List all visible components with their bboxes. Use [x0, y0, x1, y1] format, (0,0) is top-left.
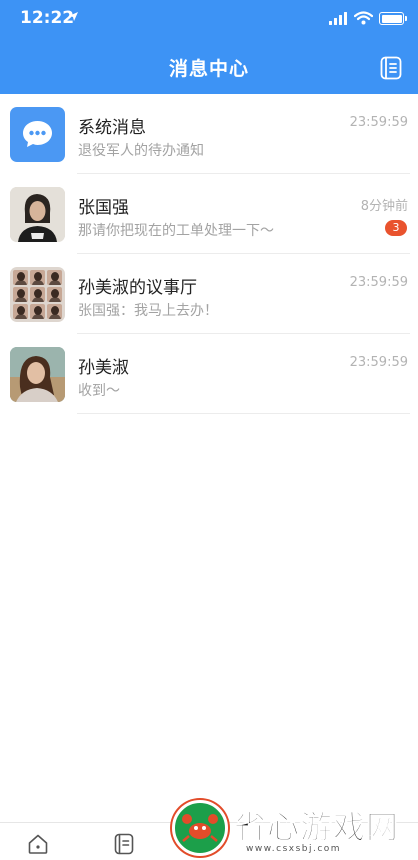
page-title: 消息中心	[168, 58, 249, 80]
document-icon[interactable]	[113, 833, 135, 855]
group-member-photo	[47, 270, 62, 285]
chat-bubble-icon	[23, 121, 52, 147]
message-title: 孙美淑	[78, 358, 129, 378]
location-arrow-icon	[69, 12, 78, 21]
group-member-photo	[13, 270, 28, 285]
crab-logo-icon	[172, 800, 228, 856]
watermark-url: www.csxsbj.com	[246, 844, 342, 854]
group-member-photo	[30, 304, 45, 319]
message-title: 张国强	[78, 198, 129, 218]
group-member-photo	[13, 287, 28, 302]
message-list: 系统消息 退役军人的待办通知 23:59:59 张国强 那请你把现在的工单处理一…	[0, 94, 418, 414]
contact-avatar	[10, 187, 65, 242]
contact-avatar	[10, 347, 65, 402]
group-member-photo	[47, 287, 62, 302]
battery-icon	[379, 12, 404, 25]
group-member-photo	[13, 304, 28, 319]
wifi-icon	[354, 11, 373, 25]
message-time: 23:59:59	[349, 355, 408, 370]
system-message-avatar	[10, 107, 65, 162]
home-icon[interactable]	[27, 833, 49, 855]
message-preview: 那请你把现在的工单处理一下～	[78, 223, 274, 239]
document-list-icon[interactable]	[379, 56, 403, 80]
row-divider	[77, 413, 410, 414]
message-time: 23:59:59	[349, 115, 408, 130]
battery-nub	[405, 16, 407, 21]
status-time: 12:22	[20, 8, 75, 28]
header: 12:22 消息中心	[0, 0, 418, 94]
message-title: 系统消息	[78, 118, 146, 138]
group-member-photo	[47, 304, 62, 319]
group-member-photo	[30, 270, 45, 285]
message-row-sun[interactable]: 孙美淑 收到～ 23:59:59	[0, 334, 418, 414]
cellular-signal-icon	[329, 12, 347, 25]
message-row-system[interactable]: 系统消息 退役军人的待办通知 23:59:59	[0, 94, 418, 174]
group-member-photo	[30, 287, 45, 302]
message-time: 23:59:59	[349, 275, 408, 290]
message-preview: 收到～	[78, 383, 120, 399]
person-photo	[10, 347, 65, 402]
group-avatar	[10, 267, 65, 322]
status-bar: 12:22	[0, 0, 418, 40]
unread-badge: 3	[385, 220, 407, 236]
message-title: 孙美淑的议事厅	[78, 278, 197, 298]
person-photo	[10, 187, 65, 242]
message-row-zhang[interactable]: 张国强 那请你把现在的工单处理一下～ 8分钟前 3	[0, 174, 418, 254]
message-preview: 退役军人的待办通知	[78, 143, 204, 159]
message-preview: 张国强：我马上去办！	[78, 303, 218, 319]
watermark-text: 省心游戏网	[233, 808, 400, 847]
message-time: 8分钟前	[360, 199, 408, 214]
message-row-group[interactable]: 孙美淑的议事厅 张国强：我马上去办！ 23:59:59	[0, 254, 418, 334]
watermark: 省心游戏网 www.csxsbj.com	[172, 800, 418, 860]
